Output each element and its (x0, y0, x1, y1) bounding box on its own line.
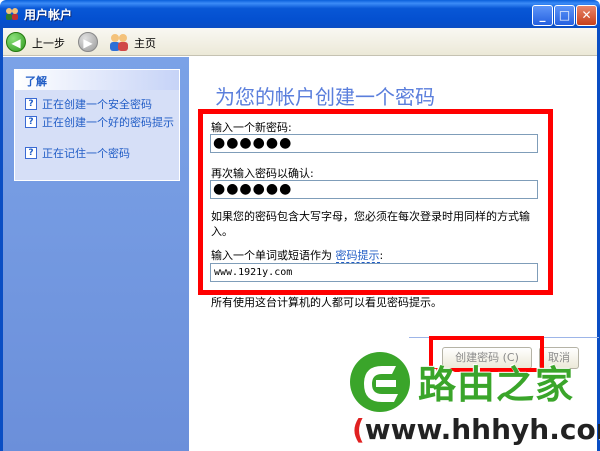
forward-arrow-icon[interactable]: ▶ (78, 32, 98, 52)
sidebar: 了解 ? 正在创建一个安全密码 ? 正在创建一个好的密码提示 ? 正在记住一个密… (3, 57, 189, 451)
panel-title: 了解 (25, 75, 47, 88)
hint-label-text: 输入一个单词或短语作为 (211, 249, 332, 262)
help-icon: ? (25, 98, 37, 110)
navigation-toolbar: ◀ 上一步 ▶ (0, 28, 600, 56)
window-title: 用户帐户 (24, 8, 73, 22)
hint-label: 输入一个单词或短语作为 密码提示: (211, 247, 383, 263)
password-hint-input[interactable]: www.1921y.com (210, 263, 538, 282)
watermark-url-text: www.hhhyh.com (364, 413, 600, 446)
sidebar-item-label: 正在创建一个好的密码提示 (42, 116, 174, 129)
help-icon: ? (25, 116, 37, 128)
sidebar-item-label: 正在记住一个密码 (42, 147, 130, 160)
title-bar[interactable]: 用户帐户 _ □ ✕ (0, 0, 600, 28)
users-app-icon (6, 8, 18, 20)
page-title: 为您的帐户创建一个密码 (215, 85, 435, 109)
router-home-logo-icon (350, 352, 410, 412)
new-password-input[interactable]: ●●●●●● (210, 134, 538, 153)
learn-about-panel: 了解 ? 正在创建一个安全密码 ? 正在创建一个好的密码提示 ? 正在记住一个密… (14, 69, 180, 181)
watermark-url: (www.hhhyh.com) (352, 413, 600, 446)
hint-visibility-note: 所有使用这台计算机的人都可以看见密码提示。 (211, 296, 442, 309)
back-arrow-icon: ◀ (6, 32, 26, 52)
maximize-button[interactable]: □ (554, 5, 575, 26)
watermark-brand: 路由之家 (418, 363, 575, 407)
new-password-label: 输入一个新密码: (211, 121, 292, 134)
minimize-button[interactable]: _ (532, 5, 553, 26)
case-sensitivity-note: 如果您的密码包含大写字母，您必须在每次登录时用同样的方式输入。 (211, 210, 530, 238)
sidebar-item-label: 正在创建一个安全密码 (42, 98, 152, 111)
back-label: 上一步 (32, 37, 65, 50)
panel-header: 了解 (15, 70, 179, 90)
hint-colon: : (379, 249, 384, 262)
users-home-icon[interactable] (108, 32, 130, 52)
confirm-password-input[interactable]: ●●●●●● (210, 180, 538, 199)
password-hint-link[interactable]: 密码提示 (335, 249, 380, 263)
help-icon: ? (25, 147, 37, 159)
watermark-open-paren: ( (352, 413, 365, 446)
user-accounts-window: 用户帐户 _ □ ✕ ◀ 上一步 ▶ 主页 了解 ? 正在创建一个安全密码 ? (0, 0, 600, 451)
confirm-password-label: 再次输入密码以确认: (211, 167, 314, 180)
home-label[interactable]: 主页 (134, 35, 156, 51)
close-button[interactable]: ✕ (576, 5, 597, 26)
